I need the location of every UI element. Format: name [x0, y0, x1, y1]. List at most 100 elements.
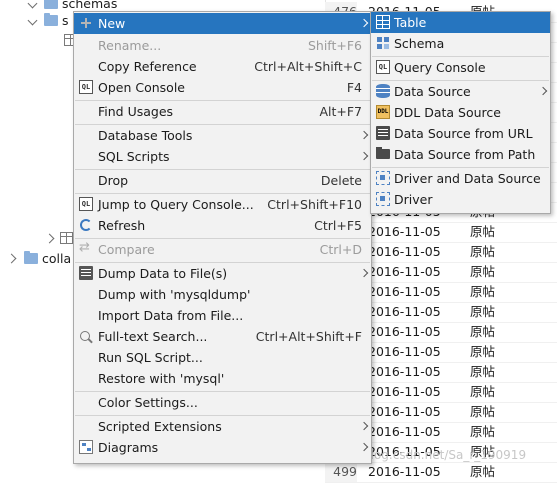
menu-item-label: Database Tools	[98, 128, 193, 143]
submenu-item-data-source-from-path[interactable]: Data Source from Path	[371, 144, 550, 165]
menu-item-diagrams[interactable]: Diagrams	[74, 437, 371, 458]
chevron-down-icon[interactable]	[28, 15, 38, 25]
driver-icon	[376, 192, 390, 206]
menu-item-label: Driver and Data Source	[394, 171, 541, 186]
submenu-item-ddl-data-source[interactable]: DDL DDL Data Source	[371, 102, 550, 123]
cell-date[interactable]: 2016-11-05	[368, 322, 441, 342]
cell-date[interactable]: 2016-11-05	[368, 222, 441, 242]
menu-item-label: Color Settings...	[98, 395, 198, 410]
submenu-item-table[interactable]: Table	[371, 12, 550, 33]
menu-item-database-tools[interactable]: Database Tools	[74, 125, 371, 146]
cell-date[interactable]: 2016-11-05	[368, 402, 441, 422]
submenu-item-driver-and-data-source[interactable]: Driver and Data Source	[371, 168, 550, 189]
menu-item-label: Dump Data to File(s)	[98, 266, 228, 281]
submenu-item-data-source[interactable]: Data Source	[371, 81, 550, 102]
submenu-item-driver[interactable]: Driver	[371, 189, 550, 210]
menu-item-scripted-extensions[interactable]: Scripted Extensions	[74, 416, 371, 437]
menu-item-label: Table	[394, 15, 427, 30]
submenu-item-query-console[interactable]: QL Query Console	[371, 57, 550, 78]
menu-item-import-data-from-file[interactable]: Import Data from File...	[74, 305, 371, 326]
menu-item-sql-scripts[interactable]: SQL Scripts	[74, 146, 371, 167]
cell-text[interactable]: 原帖	[470, 242, 495, 262]
submenu-arrow-icon	[359, 130, 369, 140]
submenu-arrow-icon	[359, 151, 369, 161]
menu-item-label: Run SQL Script...	[98, 350, 203, 365]
menu-item-refresh[interactable]: Refresh Ctrl+F5	[74, 215, 371, 236]
cell-text[interactable]: 原帖	[470, 422, 495, 442]
submenu-item-schema[interactable]: Schema	[371, 33, 550, 54]
menu-item-restore-with-mysql[interactable]: Restore with 'mysql'	[74, 368, 371, 389]
menu-item-copy-reference[interactable]: Copy Reference Ctrl+Alt+Shift+C	[74, 56, 371, 77]
menu-item-label: Schema	[394, 36, 445, 51]
menu-item-dump-with-mysqldump[interactable]: Dump with 'mysqldump'	[74, 284, 371, 305]
cell-text[interactable]: 原帖	[470, 342, 495, 362]
cell-date[interactable]: 2016-11-05	[368, 462, 441, 482]
cell-date[interactable]: 2016-11-05	[368, 282, 441, 302]
table-icon	[60, 232, 73, 244]
cell-date[interactable]: 2016-11-05	[368, 242, 441, 262]
menu-item-label: Data Source	[394, 84, 471, 99]
cell-text[interactable]: 原帖	[470, 462, 495, 482]
chevron-down-icon[interactable]	[28, 0, 38, 8]
menu-item-jump-to-query-console[interactable]: QL Jump to Query Console... Ctrl+Shift+F…	[74, 194, 371, 215]
cell-date[interactable]: 2016-11-05	[368, 362, 441, 382]
cell-date[interactable]: 2016-11-05	[368, 382, 441, 402]
cell-text[interactable]: 原帖	[470, 362, 495, 382]
menu-item-shortcut: Shift+F6	[307, 38, 362, 53]
tree-node-collations[interactable]: colla	[8, 248, 71, 268]
menu-item-label: Full-text Search...	[98, 329, 208, 344]
cell-text[interactable]: 原帖	[470, 382, 495, 402]
query-console-icon: QL	[79, 197, 93, 211]
menu-item-new[interactable]: New	[74, 13, 371, 34]
cell-text[interactable]: 原帖	[470, 262, 495, 282]
tree-node-schema-selected[interactable]: s	[28, 10, 69, 30]
cell-date[interactable]: 2016-11-05	[368, 262, 441, 282]
submenu-arrow-icon	[359, 18, 369, 28]
menu-item-shortcut: Ctrl+Shift+F10	[267, 197, 362, 212]
compare-icon	[79, 240, 93, 256]
query-console-icon: QL	[79, 80, 93, 94]
menu-item-label: Import Data from File...	[98, 308, 244, 323]
submenu-item-data-source-from-url[interactable]: Data Source from URL	[371, 123, 550, 144]
cell-date[interactable]: 2016-11-05	[368, 342, 441, 362]
menu-item-drop[interactable]: Drop Delete	[74, 170, 371, 191]
submenu-arrow-icon	[359, 268, 369, 278]
menu-item-full-text-search[interactable]: Full-text Search... Ctrl+Alt+Shift+F	[74, 326, 371, 347]
ddl-icon: DDL	[376, 105, 390, 119]
menu-item-rename[interactable]: Rename... Shift+F6	[74, 35, 371, 56]
menu-item-compare[interactable]: Compare Ctrl+D	[74, 239, 371, 260]
menu-item-shortcut: Ctrl+Alt+Shift+F	[255, 329, 362, 344]
folder-icon	[376, 147, 390, 159]
query-console-icon: QL	[376, 60, 390, 74]
cell-date[interactable]: 2016-11-05	[368, 302, 441, 322]
menu-item-label: Driver	[394, 192, 433, 207]
chevron-right-icon[interactable]	[8, 253, 18, 263]
menu-item-label: Jump to Query Console...	[98, 197, 254, 212]
menu-item-label: Drop	[98, 173, 129, 188]
new-submenu: Table Schema QL Query Console Data Sourc…	[370, 11, 551, 214]
menu-item-dump-data-to-files[interactable]: Dump Data to File(s)	[74, 263, 371, 284]
menu-item-shortcut: Delete	[320, 173, 362, 188]
menu-item-find-usages[interactable]: Find Usages Alt+F7	[74, 101, 371, 122]
submenu-arrow-icon	[359, 442, 369, 452]
cell-text[interactable]: 原帖	[470, 302, 495, 322]
database-icon	[376, 84, 390, 98]
cell-date[interactable]: 2016-11-05	[368, 422, 441, 442]
tree-node-label: colla	[42, 250, 72, 266]
folder-icon	[24, 250, 38, 264]
chevron-right-icon[interactable]	[46, 233, 56, 243]
tree-node-label: schemas	[62, 0, 118, 11]
menu-item-shortcut: Ctrl+F5	[314, 218, 362, 233]
menu-item-open-console[interactable]: QL Open Console F4	[74, 77, 371, 98]
menu-item-run-sql-script[interactable]: Run SQL Script...	[74, 347, 371, 368]
cell-text[interactable]: 原帖	[470, 402, 495, 422]
driver-icon	[376, 171, 390, 185]
menu-item-label: DDL Data Source	[394, 105, 501, 120]
cell-text[interactable]: 原帖	[470, 322, 495, 342]
menu-item-shortcut: Ctrl+Alt+Shift+C	[254, 59, 362, 74]
menu-item-label: Refresh	[98, 218, 146, 233]
menu-item-color-settings[interactable]: Color Settings...	[74, 392, 371, 413]
tree-node-collapsed[interactable]	[46, 228, 73, 248]
cell-text[interactable]: 原帖	[470, 222, 495, 242]
cell-text[interactable]: 原帖	[470, 282, 495, 302]
